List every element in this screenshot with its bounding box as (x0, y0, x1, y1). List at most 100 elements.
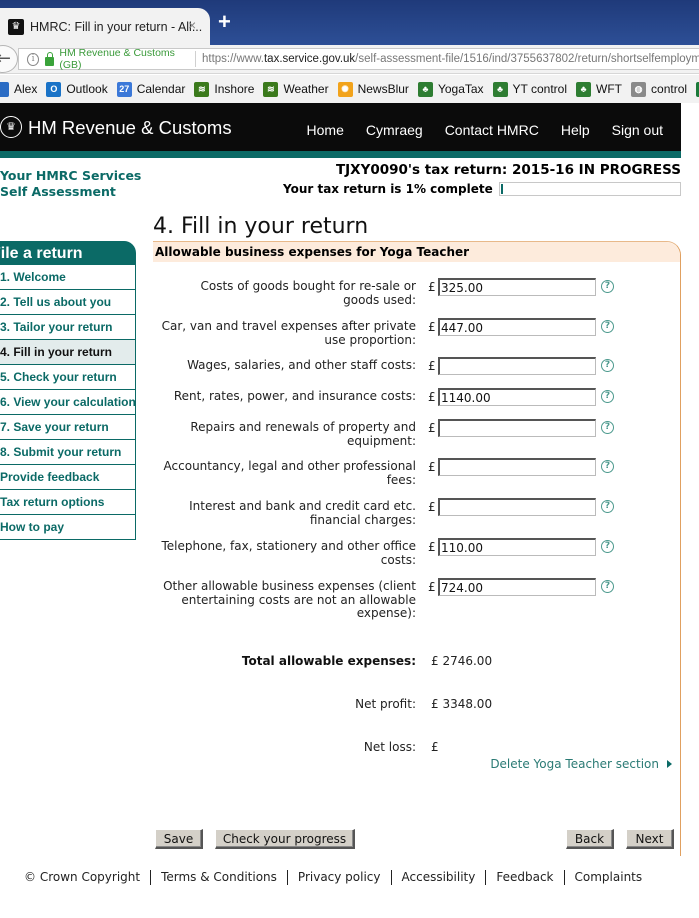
bookmark-control[interactable]: ◍ control (631, 81, 688, 97)
self-assessment-link[interactable]: Self Assessment (0, 184, 141, 200)
sidebar-item-6-view-your-calculation[interactable]: 6. View your calculation (0, 390, 136, 415)
bookmark-label: Weather (283, 82, 329, 96)
url-prefix: https://www. (201, 53, 264, 65)
footer-link-crown-copyright: © Crown Copyright (24, 870, 141, 884)
footer-link-accessibility[interactable]: Accessibility (402, 870, 476, 885)
new-tab-button[interactable]: + (218, 9, 231, 35)
currency-symbol: £ (428, 460, 436, 474)
tab-title: HMRC: Fill in your return - All... (30, 19, 203, 34)
help-icon[interactable]: ? (601, 359, 614, 372)
sidebar-item-provide-feedback[interactable]: Provide feedback (0, 465, 135, 490)
expense-label: Wages, salaries, and other staff costs: (187, 358, 416, 372)
currency-symbol: £ (428, 390, 436, 404)
info-icon[interactable]: i (27, 52, 40, 66)
your-hmrc-services-link[interactable]: Your HMRC Services (0, 168, 141, 184)
expense-amount-input[interactable] (438, 419, 596, 437)
sidebar-item-8-submit-your-return[interactable]: 8. Submit your return (0, 440, 135, 465)
expense-amount-input[interactable] (438, 388, 596, 406)
help-icon[interactable]: ? (601, 280, 614, 293)
expense-amount-input[interactable] (438, 318, 596, 336)
expense-amount-input[interactable] (438, 538, 596, 556)
bookmark-weather[interactable]: ≋ Weather (263, 81, 329, 97)
bookmark-calendar[interactable]: 27 Calendar (116, 81, 185, 97)
back-button[interactable]: Back (566, 829, 614, 849)
footer-link-terms-conditions[interactable]: Terms & Conditions (161, 870, 277, 885)
arrow-right-icon (667, 760, 672, 768)
tree-icon: ♣ (492, 81, 508, 97)
nav-sign-out[interactable]: Sign out (612, 122, 663, 138)
browser-tab[interactable]: ♛ HMRC: Fill in your return - All... × (0, 8, 210, 45)
currency-symbol: £ (428, 580, 436, 594)
url-path: /self-assessment-file/1516/ind/375563780… (355, 53, 699, 65)
weather-flag-icon: ≋ (263, 81, 279, 97)
section-title: Allowable business expenses for Yoga Tea… (153, 242, 680, 262)
calendar-icon: 27 (116, 81, 132, 97)
sidebar-item-how-to-pay[interactable]: How to pay (0, 515, 135, 540)
check-progress-button[interactable]: Check your progress (215, 829, 355, 849)
bookmark-inshore[interactable]: ≋ Inshore (194, 81, 255, 97)
bookmark-label: Inshore (214, 82, 255, 96)
lock-icon[interactable] (45, 51, 55, 66)
sidebar-item-5-check-your-return[interactable]: 5. Check your return (0, 365, 135, 390)
currency-symbol: £ (428, 320, 436, 334)
footer-divider (286, 870, 288, 885)
expense-amount-input[interactable] (438, 278, 596, 296)
currency-symbol: £ (428, 359, 436, 373)
nav-home[interactable]: Home (307, 122, 344, 138)
services-breadcrumb: Your HMRC Services Self Assessment (0, 168, 141, 200)
help-icon[interactable]: ? (601, 540, 614, 553)
help-icon[interactable]: ? (601, 580, 614, 593)
nav-contact-hmrc[interactable]: Contact HMRC (445, 122, 539, 138)
expense-label: Interest and bank and credit card etc. f… (189, 499, 416, 527)
expense-label: Repairs and renewals of property and equ… (190, 420, 416, 448)
save-button[interactable]: Save (155, 829, 203, 849)
delete-section-link[interactable]: Delete Yoga Teacher section (490, 757, 672, 771)
help-icon[interactable]: ? (601, 421, 614, 434)
bookmark-wft[interactable]: ♣ WFT (576, 81, 623, 97)
progress-fill (500, 184, 503, 194)
nav-cymraeg[interactable]: Cymraeg (366, 122, 423, 138)
outlook-icon: O (46, 81, 62, 97)
url-domain: tax.service.gov.uk (263, 53, 356, 65)
sidebar-item-3-tailor-your-return[interactable]: 3. Tailor your return (0, 315, 135, 340)
bookmark-label: WFT (596, 82, 623, 96)
bookmark-newsblur[interactable]: ✺ NewsBlur (337, 81, 409, 97)
footer-links: © Crown Copyright Terms & Conditions Priva… (24, 870, 642, 885)
expense-amount-input[interactable] (438, 357, 596, 375)
back-arrow-icon[interactable]: ← (0, 45, 18, 73)
sidebar-title: File a return (0, 241, 136, 265)
help-icon[interactable]: ? (601, 390, 614, 403)
expense-amount-input[interactable] (438, 498, 596, 516)
help-icon[interactable]: ? (601, 460, 614, 473)
nav-help[interactable]: Help (561, 122, 590, 138)
sidebar-item-2-tell-us-about-you[interactable]: 2. Tell us about you (0, 290, 135, 315)
sidebar-item-1-welcome[interactable]: 1. Welcome (0, 265, 135, 290)
currency-symbol: £ (428, 540, 436, 554)
expense-label: Rent, rates, power, and insurance costs: (173, 389, 416, 403)
bookmark-yt-control[interactable]: ♣ YT control (492, 81, 567, 97)
sidebar-item-tax-return-options[interactable]: Tax return options (0, 490, 135, 515)
url-text[interactable]: https://www.tax.service.gov.uk/self-asse… (202, 53, 699, 65)
bookmark-yogatax[interactable]: ♣ YogaTax (417, 81, 484, 97)
sidebar-item-4-fill-in-your-return[interactable]: 4. Fill in your return (0, 340, 135, 365)
bookmark-outlook[interactable]: O Outlook (46, 81, 108, 97)
expense-amount-input[interactable] (438, 458, 596, 476)
currency-symbol: £ (428, 500, 436, 514)
site-identity[interactable]: HM Revenue & Customs (GB) (59, 47, 189, 71)
expense-amount-input[interactable] (438, 578, 596, 596)
tree-icon: ♣ (417, 81, 433, 97)
footer-link-complaints[interactable]: Complaints (575, 870, 643, 885)
close-tab-icon[interactable]: × (188, 17, 196, 33)
next-button[interactable]: Next (626, 829, 674, 849)
help-icon[interactable]: ? (601, 500, 614, 513)
url-divider (195, 51, 196, 67)
expense-label: Other allowable business expenses (clien… (163, 579, 416, 620)
footer-link-privacy-policy[interactable]: Privacy policy (298, 870, 381, 885)
bookmark-label: control (651, 82, 688, 96)
footer-link-feedback[interactable]: Feedback (496, 870, 553, 885)
brand-name[interactable]: HM Revenue & Customs (28, 117, 232, 139)
help-icon[interactable]: ? (601, 320, 614, 333)
sidebar-item-7-save-your-return[interactable]: 7. Save your return (0, 415, 135, 440)
bookmark-alex[interactable]: Alex (0, 81, 37, 97)
address-bar[interactable]: i HM Revenue & Customs (GB) https://www.… (18, 47, 699, 71)
